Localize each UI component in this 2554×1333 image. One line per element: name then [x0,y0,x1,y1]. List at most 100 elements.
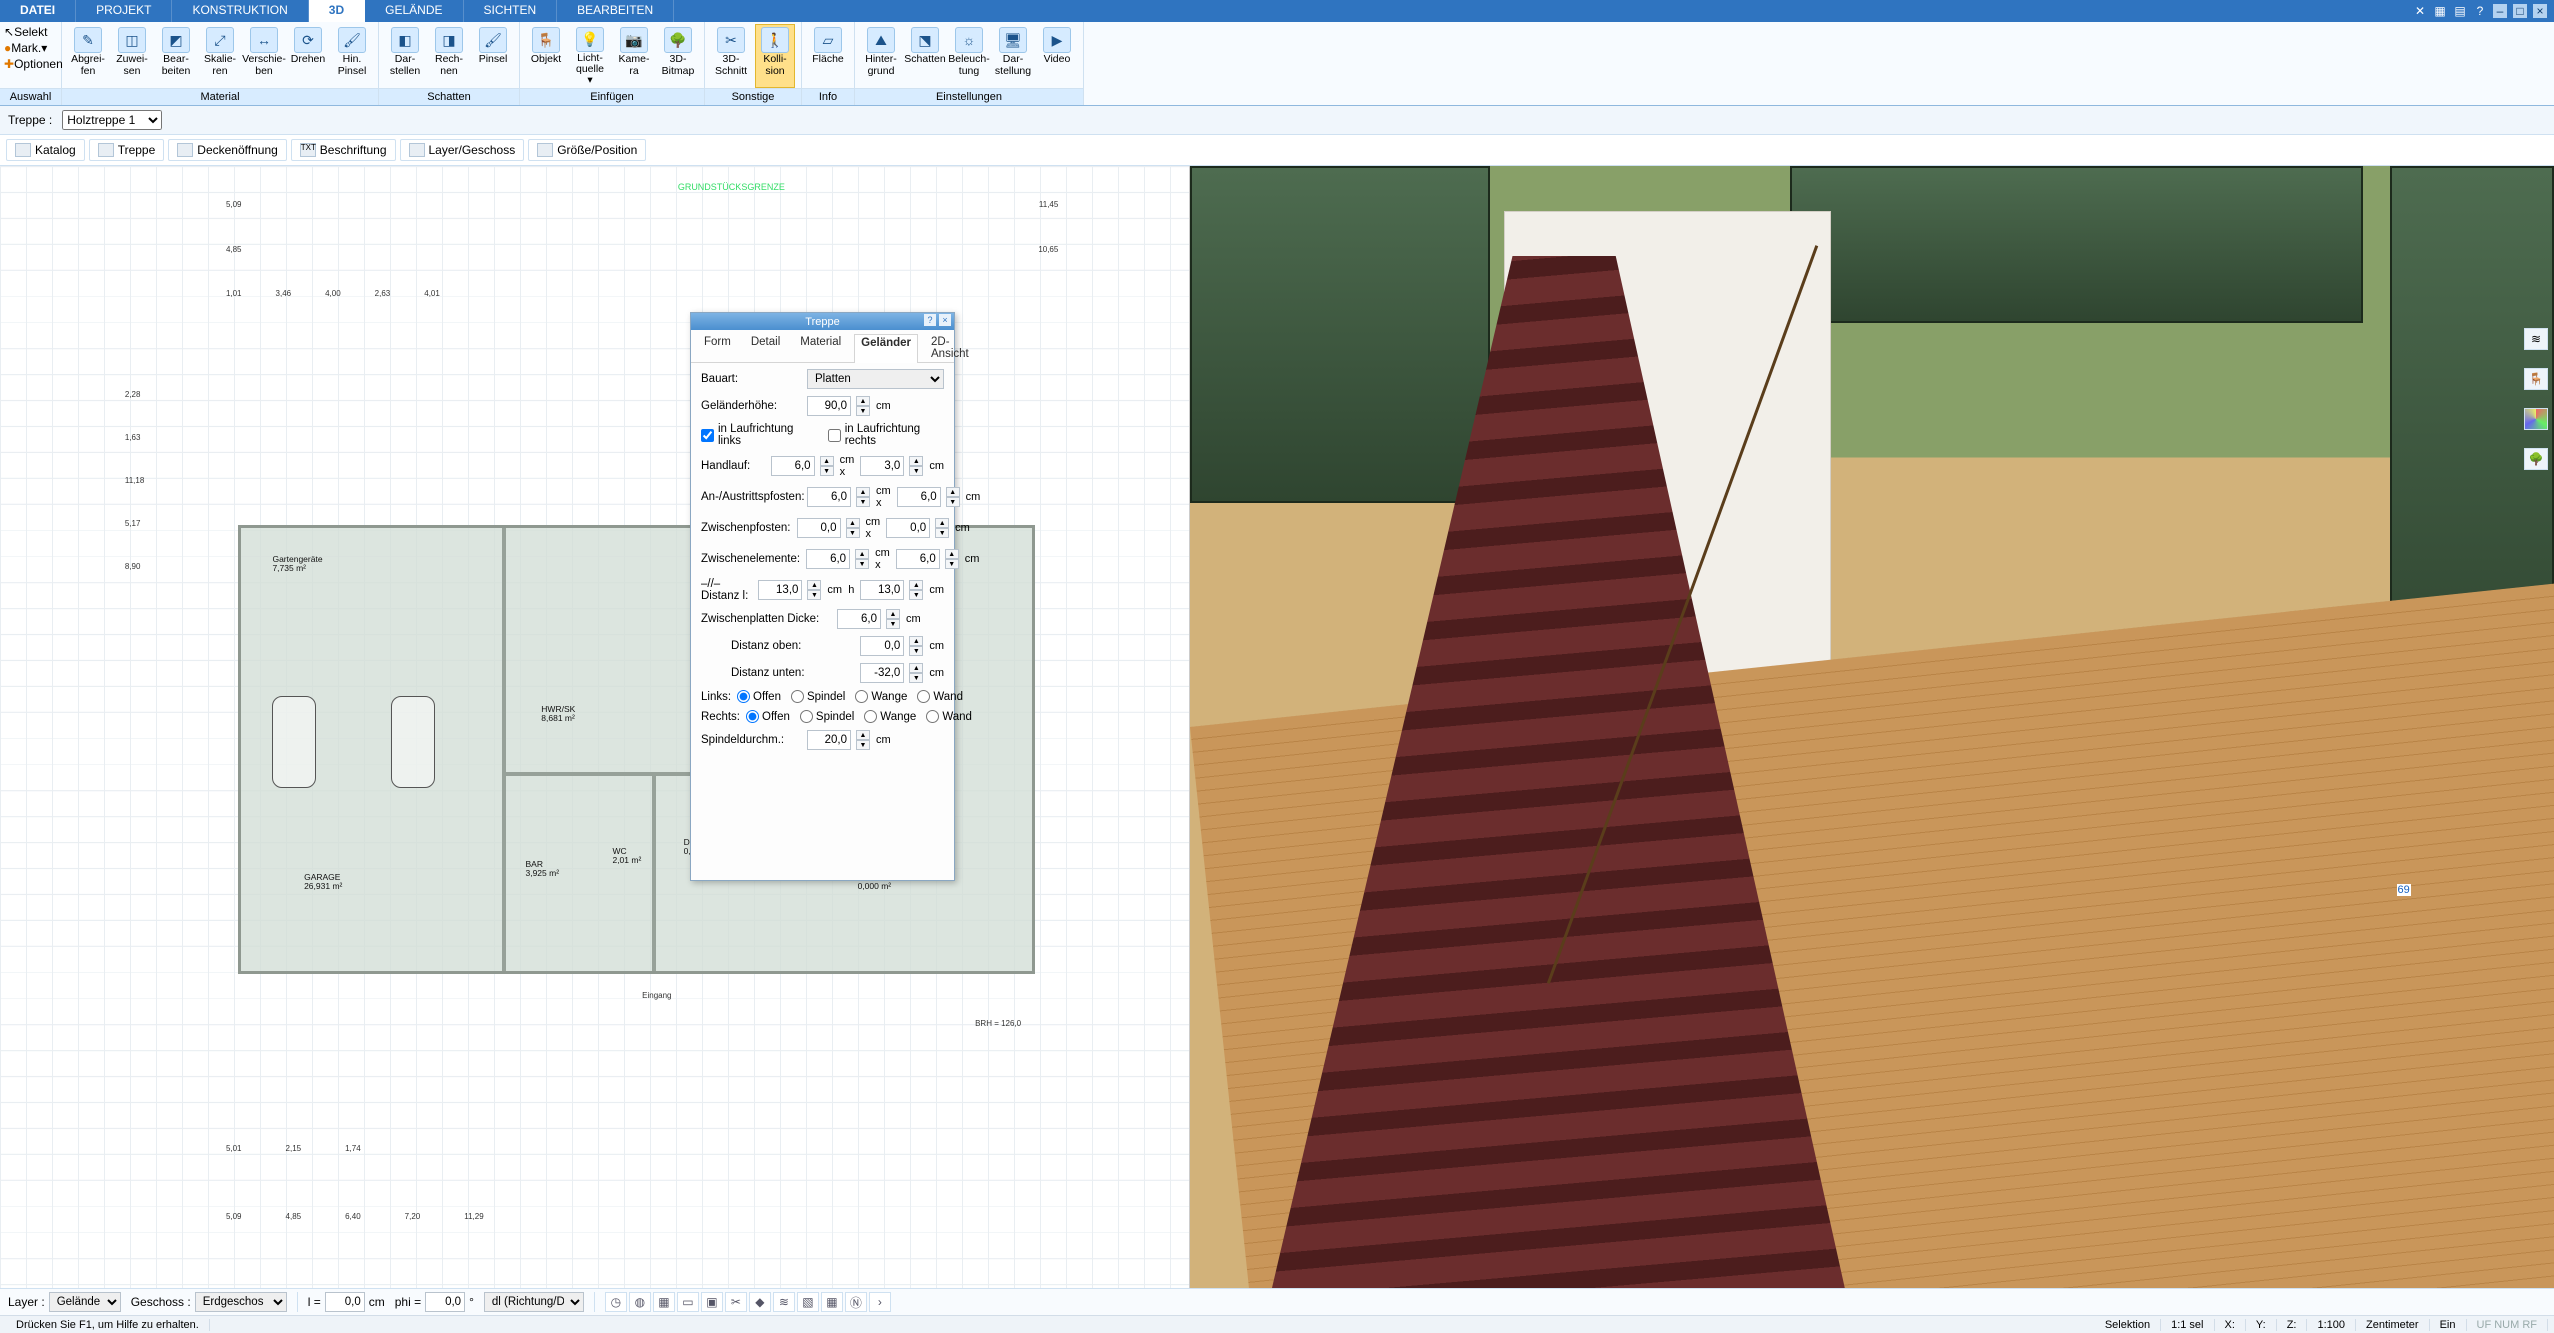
spin-down[interactable]: ▼ [909,673,923,683]
dist-unten-input[interactable] [860,663,904,683]
ribbon-options[interactable]: ✚Optionen [4,57,63,71]
spin-down[interactable]: ▼ [945,559,959,569]
menu-tab-konstruktion[interactable]: KONSTRUKTION [172,0,308,22]
anaustritt-b-input[interactable] [897,487,941,507]
ribbon-btn-skalieren[interactable]: ⤢Skalie-ren [200,24,240,88]
spin-up[interactable]: ▲ [909,456,923,466]
spin-down[interactable]: ▼ [856,740,870,750]
close-icon[interactable]: × [2532,3,2548,19]
palette-icon[interactable]: ▦ [653,1292,675,1312]
dialog-close-icon[interactable]: × [939,314,951,326]
spin-down[interactable]: ▼ [909,590,923,600]
spin-down[interactable]: ▼ [856,497,870,507]
globe-icon[interactable]: ◍ [629,1292,651,1312]
spin-up[interactable]: ▲ [909,580,923,590]
tool-groesse-position[interactable]: Größe/Position [528,139,646,161]
spin-down[interactable]: ▼ [946,497,960,507]
furniture-icon[interactable]: 🪑 [2524,368,2548,390]
spin-down[interactable]: ▼ [909,466,923,476]
zp-dicke-input[interactable] [837,609,881,629]
ribbon-btn-kollision[interactable]: 🚶Kolli-sion [755,24,795,88]
help-icon[interactable]: ? [2472,3,2488,19]
chevron-right-icon[interactable]: › [869,1292,891,1312]
radio-rechts-wand[interactable]: Wand [926,710,972,723]
spin-up[interactable]: ▲ [846,518,860,528]
dialog-help-icon[interactable]: ? [924,314,936,326]
spin-down[interactable]: ▼ [909,646,923,656]
menu-tab-bearbeiten[interactable]: BEARBEITEN [557,0,674,22]
ribbon-btn-darstellung[interactable]: 🖥Dar-stellung [993,24,1033,88]
geschoss-select[interactable]: Erdgeschos [195,1292,287,1312]
zwpfosten-a-input[interactable] [797,518,841,538]
selector-treppe[interactable]: Holztreppe 1 [62,110,162,130]
zwpfosten-b-input[interactable] [886,518,930,538]
phi-input[interactable] [425,1292,465,1312]
tool-icon[interactable]: ✕ [2412,3,2428,19]
tree-icon[interactable]: 🌳 [2524,448,2548,470]
shape-icon[interactable]: ◆ [749,1292,771,1312]
ribbon-btn-schatten[interactable]: ⬔Schatten [905,24,945,88]
menu-tab-sichten[interactable]: SICHTEN [464,0,558,22]
ribbon-mark[interactable]: ●Mark.▾ [4,41,47,55]
spin-up[interactable]: ▲ [946,487,960,497]
distanz-h-input[interactable] [860,580,904,600]
spin-up[interactable]: ▲ [856,730,870,740]
ribbon-btn-beleuchtung[interactable]: ☼Beleuch-tung [949,24,989,88]
spin-up[interactable]: ▲ [935,518,949,528]
gelaenderhoehe-input[interactable] [807,396,851,416]
radio-links-wange[interactable]: Wange [855,690,907,703]
spin-down[interactable]: ▼ [820,466,834,476]
grid-icon[interactable]: ▦ [821,1292,843,1312]
ribbon-btn-pinsel[interactable]: 🖌Pinsel [473,24,513,88]
tool-treppe[interactable]: Treppe [89,139,165,161]
wireframe-icon[interactable]: ▧ [797,1292,819,1312]
radio-rechts-wange[interactable]: Wange [864,710,916,723]
menu-tab-3d[interactable]: 3D [309,0,365,22]
radio-links-wand[interactable]: Wand [917,690,963,703]
ribbon-btn-3dschnitt[interactable]: ✂3D-Schnitt [711,24,751,88]
ribbon-btn-verschieben[interactable]: ↔Verschie-ben [244,24,284,88]
spin-up[interactable]: ▲ [807,580,821,590]
clock-icon[interactable]: ◷ [605,1292,627,1312]
spin-down[interactable]: ▼ [855,559,869,569]
dialog-tab-material[interactable]: Material [793,333,848,362]
layers-icon[interactable]: ≋ [2524,328,2548,350]
chk-laufrichtung-links[interactable]: in Laufrichtung links [701,423,810,447]
spin-down[interactable]: ▼ [807,590,821,600]
spin-up[interactable]: ▲ [886,609,900,619]
ribbon-select[interactable]: ↖Selekt [4,25,47,39]
ribbon-btn-objekt[interactable]: 🪑Objekt [526,24,566,88]
radio-links-spindel[interactable]: Spindel [791,690,845,703]
cut-icon[interactable]: ✂ [725,1292,747,1312]
chk-laufrichtung-rechts[interactable]: in Laufrichtung rechts [828,423,944,447]
menu-tab-gelaende[interactable]: GELÄNDE [365,0,463,22]
ribbon-btn-kamera[interactable]: 📷Kame-ra [614,24,654,88]
handlauf-w-input[interactable] [771,456,815,476]
radio-links-offen[interactable]: Offen [737,690,781,703]
view-3d[interactable]: 69 [1190,166,2554,1288]
ribbon-btn-drehen[interactable]: ⟳Drehen [288,24,328,88]
tool-beschriftung[interactable]: TXTBeschriftung [291,139,396,161]
ribbon-btn-abgreifen[interactable]: ✎Abgrei-fen [68,24,108,88]
distanz-l-input[interactable] [758,580,802,600]
tool-layer-geschoss[interactable]: Layer/Geschoss [400,139,525,161]
spin-up[interactable]: ▲ [945,549,959,559]
tool-katalog[interactable]: Katalog [6,139,85,161]
spin-down[interactable]: ▼ [846,528,860,538]
spin-up[interactable]: ▲ [820,456,834,466]
ribbon-btn-zuweisen[interactable]: ◫Zuwei-sen [112,24,152,88]
ribbon-btn-3dbitmap[interactable]: 🌳3D-Bitmap [658,24,698,88]
dialog-title[interactable]: Treppe ? × [691,313,954,330]
layers-icon[interactable]: ≋ [773,1292,795,1312]
radio-rechts-spindel[interactable]: Spindel [800,710,854,723]
dialog-tab-form[interactable]: Form [697,333,738,362]
camera-icon[interactable]: ▣ [701,1292,723,1312]
spin-up[interactable]: ▲ [909,663,923,673]
ribbon-btn-video[interactable]: ▶Video [1037,24,1077,88]
ribbon-btn-hintergrund[interactable]: ⛰Hinter-grund [861,24,901,88]
minimize-icon[interactable]: ‒ [2492,3,2508,19]
ribbon-btn-lichtquelle[interactable]: 💡Licht-quelle ▾ [570,24,610,88]
spindel-input[interactable] [807,730,851,750]
dialog-tab-gelaender[interactable]: Geländer [854,334,918,363]
north-icon[interactable]: Ⓝ [845,1292,867,1312]
